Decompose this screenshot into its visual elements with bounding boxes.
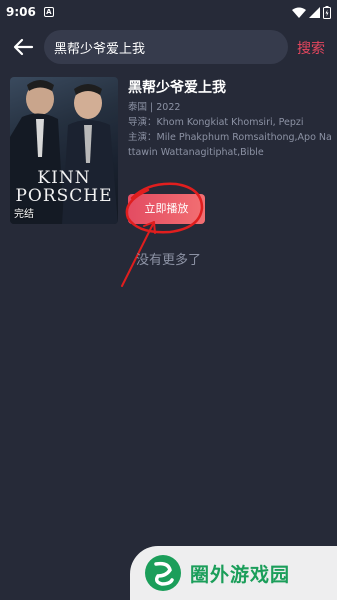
battery-icon (323, 5, 331, 19)
search-input[interactable]: 黑帮少爷爱上我 (44, 30, 288, 64)
notification-icon: A (43, 7, 54, 17)
watermark-logo-icon (145, 555, 181, 591)
result-poster[interactable]: KINN PORSCHE 完结 (10, 77, 118, 224)
signal-icon (309, 6, 320, 18)
result-cast: 主演：Mile Phakphum Romsaithong,Apo Nattawi… (128, 132, 332, 158)
poster-title: KINN PORSCHE (15, 168, 113, 206)
result-info: 黑帮少爷爱上我 泰国 | 2022 导演：Khom Kongkiat Khoms… (128, 78, 333, 160)
search-header: 黑帮少爷爱上我 搜索 (0, 30, 337, 64)
status-badge: 完结 (14, 209, 34, 220)
back-arrow-icon[interactable] (12, 37, 34, 57)
play-now-button[interactable]: 立即播放 (128, 194, 205, 224)
status-bar: 9:06 A (0, 0, 337, 24)
status-icons (292, 5, 331, 19)
search-button[interactable]: 搜索 (297, 38, 325, 58)
result-title[interactable]: 黑帮少爷爱上我 (128, 78, 333, 98)
no-more-text: 没有更多了 (135, 253, 201, 268)
result-director: 导演：Khom Kongkiat Khomsiri, Pepzi (128, 117, 304, 128)
watermark: 圈外游戏园 (130, 546, 337, 600)
watermark-text: 圈外游戏园 (190, 563, 291, 586)
status-time: 9:06 (6, 5, 36, 19)
result-meta: 泰国 | 2022 (128, 102, 181, 113)
wifi-icon (292, 7, 306, 18)
search-query: 黑帮少爷爱上我 (54, 41, 146, 57)
